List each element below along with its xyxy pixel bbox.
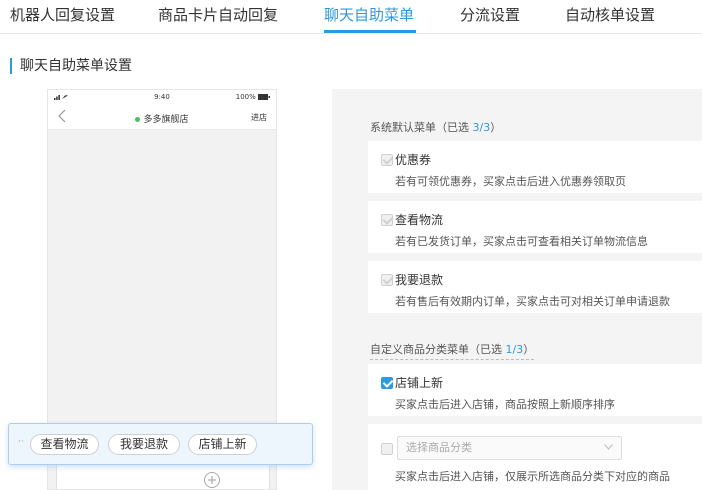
- plus-circle-icon[interactable]: [203, 471, 221, 489]
- menu-item-name: 我要退款: [395, 273, 444, 287]
- battery-indicator: 100%: [236, 93, 270, 101]
- phone-nav-bar: 多多旗舰店 进店: [48, 104, 276, 130]
- menu-item-name: 查看物流: [395, 213, 444, 227]
- menu-item-desc: 买家点击后进入店铺，商品按照上新顺序排序: [395, 398, 615, 411]
- custom-menu-item-category: 选择商品分类 买家点击后进入店铺，仅展示所选商品分类下对应的商品: [368, 424, 702, 490]
- checkbox-category[interactable]: [381, 443, 393, 455]
- enter-shop-link[interactable]: 进店: [251, 112, 267, 123]
- online-dot-icon: [135, 117, 141, 122]
- phone-status-bar: 9:40 100%: [48, 90, 276, 104]
- section-title: 聊天自助菜单设置: [10, 58, 132, 74]
- custom-menu-item-new-arrivals: 店铺上新 买家点击后进入店铺，商品按照上新顺序排序: [368, 364, 702, 416]
- category-select-placeholder: 选择商品分类: [406, 441, 472, 454]
- battery-icon: [258, 94, 270, 100]
- checkbox-logistics: [381, 214, 393, 226]
- battery-percent: 100%: [235, 93, 256, 101]
- menu-item-desc: 若有售后有效期内订单，买家点击可对相关订单申请退款: [395, 295, 670, 308]
- category-select[interactable]: 选择商品分类: [397, 436, 622, 460]
- quick-menu-chip-logistics[interactable]: 查看物流: [30, 434, 99, 455]
- tab-bar: 机器人回复设置 商品卡片自动回复 聊天自助菜单 分流设置 自动核单设置: [0, 0, 702, 34]
- menu-item-name: 店铺上新: [395, 376, 444, 390]
- quick-menu-dots: ··: [18, 437, 24, 447]
- menu-item-name: 优惠券: [395, 153, 432, 167]
- system-menu-item-logistics: 查看物流 若有已发货订单，买家点击可查看相关订单物流信息: [368, 201, 702, 253]
- custom-menu-title: 自定义商品分类菜单（已选 1/3）: [370, 341, 535, 360]
- tab-chat-self-service-menu[interactable]: 聊天自助菜单: [324, 4, 414, 25]
- menu-item-desc: 买家点击后进入店铺，仅展示所选商品分类下对应的商品: [395, 470, 670, 483]
- quick-menu-chip-new-arrivals[interactable]: 店铺上新: [188, 434, 257, 455]
- phone-chat-input[interactable]: [56, 463, 270, 489]
- tab-distribution-settings[interactable]: 分流设置: [460, 4, 520, 25]
- quick-menu-preview: ·· 查看物流 我要退款 店铺上新: [8, 423, 313, 465]
- checkbox-refund: [381, 274, 393, 286]
- menu-item-desc: 若有可领优惠券，买家点击后进入优惠券领取页: [395, 175, 626, 188]
- tab-product-card-auto-reply[interactable]: 商品卡片自动回复: [158, 4, 278, 25]
- tab-robot-reply-settings[interactable]: 机器人回复设置: [10, 4, 115, 25]
- system-menu-item-coupon: 优惠券 若有可领优惠券，买家点击后进入优惠券领取页: [368, 141, 702, 193]
- checkbox-new-arrivals[interactable]: [381, 377, 393, 389]
- system-menu-title: 系统默认菜单（已选 3/3）: [370, 121, 502, 134]
- shop-name: 多多旗舰店: [143, 115, 189, 125]
- system-menu-item-refund: 我要退款 若有售后有效期内订单，买家点击可对相关订单申请退款: [368, 261, 702, 313]
- checkbox-coupon: [381, 154, 393, 166]
- active-tab-indicator: [324, 30, 416, 33]
- quick-menu-chip-refund[interactable]: 我要退款: [108, 434, 180, 455]
- menu-item-desc: 若有已发货订单，买家点击可查看相关订单物流信息: [395, 235, 648, 248]
- chevron-down-icon: [604, 444, 613, 450]
- tab-auto-order-check-settings[interactable]: 自动核单设置: [565, 4, 655, 25]
- shop-title: 多多旗舰店: [48, 112, 276, 125]
